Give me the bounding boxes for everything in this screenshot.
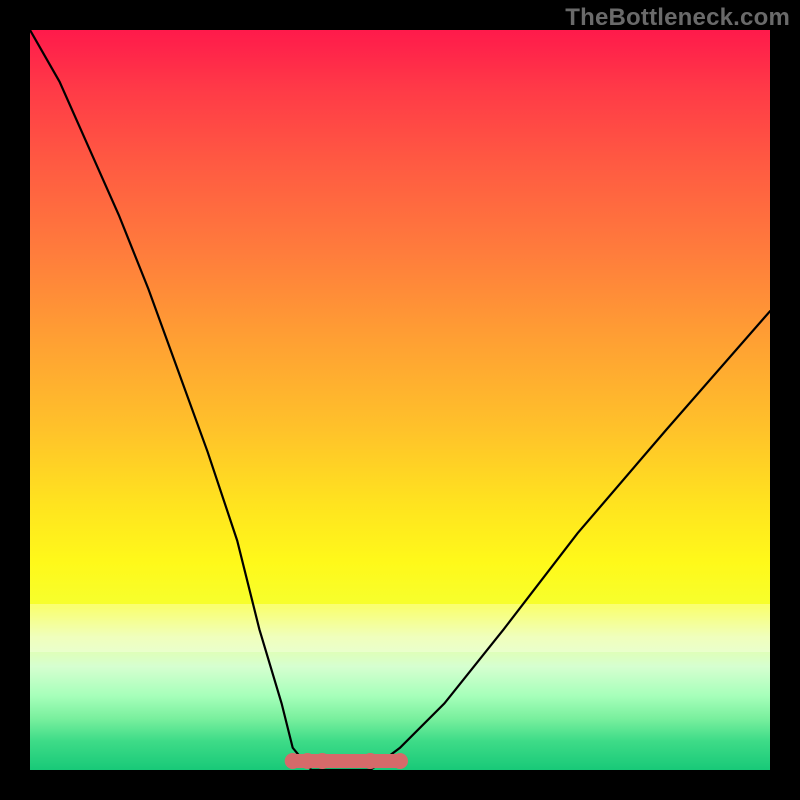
bottleneck-curve [30,30,770,770]
watermark-text: TheBottleneck.com [565,4,790,32]
flat-marker-dot [285,753,301,769]
curve-layer [30,30,770,770]
plot-area [30,30,770,770]
chart-frame: TheBottleneck.com [0,0,800,800]
flat-marker-dot [392,753,408,769]
flat-marker-dot [314,753,330,769]
flat-marker-dot [362,753,378,769]
flat-marker-dot [300,753,316,769]
